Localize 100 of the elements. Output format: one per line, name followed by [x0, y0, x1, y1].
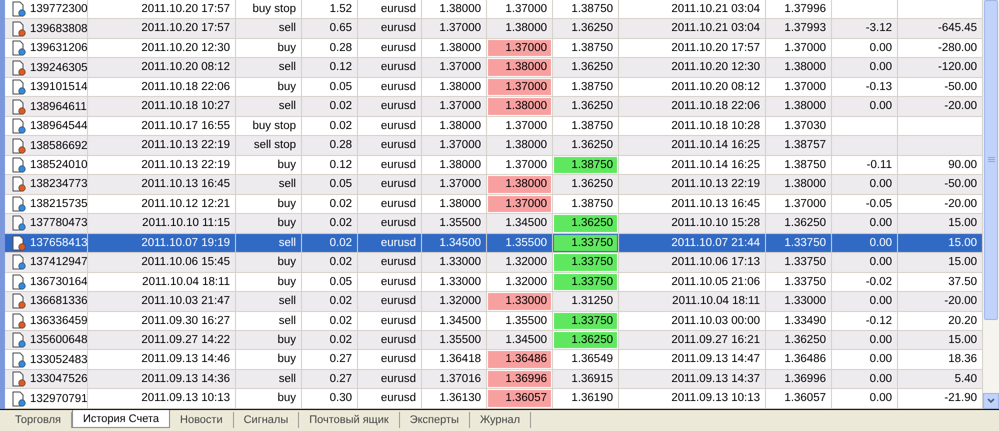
tab[interactable]: История Счета — [72, 410, 170, 428]
table-cell: 2011.09.30 16:27 — [88, 312, 236, 330]
tab[interactable]: Журнал — [470, 412, 532, 428]
table-row[interactable]: 133047526 2011.09.13 14:36 sell 0.27 eurusd 1.37016 1.36996 1.36915 2011.09.13 14:37 1.36996 0.00 5.40 — [5, 370, 983, 390]
tab[interactable]: Эксперты — [400, 412, 470, 428]
table-cell: 1.38750 — [766, 156, 832, 174]
table-cell: 1.38000 — [766, 97, 832, 116]
table-cell: 0.00 — [832, 389, 898, 408]
table-row[interactable]: 136681336 2011.10.03 21:47 sell 0.02 eurusd 1.32000 1.33000 1.31250 2011.10.04 18:11 1.33000 0.00 -20.00 — [5, 292, 983, 312]
table-row[interactable]: 137412947 2011.10.06 15:45 buy 0.02 eurusd 1.33000 1.32000 1.33750 2011.10.06 17:13 1.33750 0.00 15.00 — [5, 253, 983, 273]
table-cell: 2011.10.20 12:30 — [88, 38, 236, 58]
table-cell: -0.13 — [832, 78, 898, 96]
table-cell: buy — [236, 194, 302, 214]
table-cell: 2011.09.13 10:13 — [88, 389, 236, 408]
tab[interactable]: Почтовый ящик — [299, 412, 400, 428]
table-cell: eurusd — [358, 253, 422, 272]
scroll-thumb[interactable] — [984, 0, 998, 320]
table-cell: buy — [236, 389, 302, 408]
table-cell: 1.38750 — [553, 116, 619, 136]
table-row[interactable]: 135600648 2011.09.27 14:22 buy 0.02 eurusd 1.35500 1.34500 1.36250 2011.09.27 16:21 1.36250 0.00 15.00 — [5, 330, 983, 350]
table-cell: 0.28 — [302, 38, 358, 58]
table-cell: 1.38750 — [553, 78, 619, 96]
document-icon — [12, 138, 26, 154]
table-cell: 2011.09.27 14:22 — [88, 330, 236, 350]
table-cell: 2011.10.20 12:30 — [619, 58, 766, 77]
ticket-number: 139772300 — [30, 2, 87, 18]
table-cell: sell — [236, 234, 302, 252]
document-icon — [12, 390, 26, 407]
ticket-number: 136336459 — [30, 314, 87, 329]
table-cell: 1.33750 — [766, 234, 832, 252]
table-row[interactable]: 132970791 2011.09.13 10:13 buy 0.30 eurusd 1.36130 1.36057 1.36190 2011.09.13 10:13 1.36057 0.00 -21.90 — [5, 389, 983, 409]
table-cell: 1.36915 — [553, 370, 619, 388]
table-cell: 0.02 — [302, 312, 358, 330]
table-row[interactable]: 138964611 2011.10.18 10:27 sell 0.02 eurusd 1.37000 1.38000 1.36250 2011.10.18 22:06 1.38000 0.00 -20.00 — [5, 97, 983, 117]
table-cell: 0.05 — [302, 175, 358, 194]
table-cell: 0.02 — [302, 214, 358, 233]
table-cell: sell — [236, 97, 302, 116]
table-cell: 1.36057 — [487, 389, 553, 408]
document-icon — [12, 215, 26, 232]
table-cell: 2011.10.13 16:45 — [88, 175, 236, 194]
table-row[interactable]: 137658413 2011.10.07 19:19 sell 0.02 eurusd 1.34500 1.35500 1.33750 2011.10.07 21:44 1.33750 0.00 15.00 — [5, 234, 983, 254]
table-cell: 0.02 — [302, 194, 358, 214]
table-cell: 0.00 — [832, 253, 898, 272]
table-cell: 1.31250 — [553, 292, 619, 310]
table-row[interactable]: 138586692 2011.10.13 22:19 sell stop 0.28 eurusd 1.37000 1.38000 1.36250 2011.10.14 16:25 1.38757 — [5, 136, 983, 156]
ticket-number: 139683808 — [30, 22, 87, 37]
table-cell: 1.37996 — [766, 0, 832, 18]
tab[interactable]: Сигналы — [234, 412, 300, 428]
ticket-number: 138964611 — [30, 100, 87, 115]
ticket-number: 138586692 — [30, 138, 87, 154]
table-cell: 1.37000 — [487, 194, 553, 214]
ticket-number: 139246305 — [30, 60, 87, 76]
table-cell: 1.37000 — [766, 78, 832, 96]
table-cell: 1.33000 — [487, 292, 553, 310]
ticket-number: 133052483 — [30, 352, 87, 368]
table-row[interactable]: 138234773 2011.10.13 16:45 sell 0.05 eurusd 1.37000 1.38000 1.36250 2011.10.13 22:19 1.38000 0.00 -50.00 — [5, 175, 983, 195]
scroll-down-button[interactable] — [983, 393, 999, 409]
table-cell: 0.02 — [302, 234, 358, 252]
table-cell: 2011.10.14 16:25 — [619, 136, 766, 155]
table-cell: 0.30 — [302, 389, 358, 408]
table-cell: 0.27 — [302, 350, 358, 369]
table-cell: 2011.09.13 14:37 — [619, 370, 766, 388]
table-cell: 2011.10.20 17:57 — [88, 19, 236, 38]
table-cell: 1.37000 — [487, 0, 553, 18]
table-cell: 1.38750 — [553, 194, 619, 214]
document-icon — [12, 196, 26, 212]
document-icon — [12, 1, 26, 18]
table-cell: 2011.10.04 18:11 — [619, 292, 766, 310]
ticket-number: 137412947 — [30, 255, 87, 270]
table-cell: sell — [236, 292, 302, 310]
table-cell: 0.12 — [302, 156, 358, 174]
ticket-number: 136730164 — [30, 274, 87, 290]
document-icon — [12, 60, 26, 76]
table-cell: 1.33000 — [422, 253, 487, 272]
table-cell: 0.12 — [302, 58, 358, 77]
table-cell: 0.27 — [302, 370, 358, 388]
table-cell: 2011.09.13 14:36 — [88, 370, 236, 388]
document-icon — [12, 40, 26, 56]
table-cell: 2011.10.06 15:45 — [88, 253, 236, 272]
ticket-number: 138215735 — [30, 196, 87, 212]
table-row[interactable]: 139246305 2011.10.20 08:12 sell 0.12 eurusd 1.37000 1.38000 1.36250 2011.10.20 12:30 1.38000 0.00 -120.00 — [5, 58, 983, 78]
table-cell: 2011.10.10 15:28 — [619, 214, 766, 233]
table-row[interactable]: 139683808 2011.10.20 17:57 sell 0.65 eurusd 1.37000 1.38000 1.36250 2011.10.21 03:04 1.37993 -3.12 -645.45 — [5, 19, 983, 39]
table-cell: 1.36190 — [553, 389, 619, 408]
ticket-number: 135600648 — [30, 333, 87, 348]
document-icon — [12, 20, 26, 37]
tab[interactable]: Новости — [170, 412, 234, 428]
table-cell: 0.02 — [302, 253, 358, 272]
table-cell: 1.36486 — [766, 350, 832, 369]
table-cell: 1.38000 — [487, 97, 553, 116]
table-cell: eurusd — [358, 234, 422, 252]
table-cell: 1.38000 — [487, 19, 553, 38]
ticket-number: 137780473 — [30, 216, 87, 232]
table-cell: 1.36486 — [487, 350, 553, 369]
ticket-number: 136681336 — [30, 294, 87, 310]
table-cell: sell — [236, 312, 302, 330]
table-cell: 2011.09.13 14:46 — [88, 350, 236, 369]
table-cell: 1.36057 — [766, 389, 832, 408]
table-row[interactable]: 137780473 2011.10.10 11:15 buy 0.02 eurusd 1.35500 1.34500 1.36250 2011.10.10 15:28 1.36250 0.00 15.00 — [5, 214, 983, 234]
table-cell: 0.00 — [832, 214, 898, 233]
